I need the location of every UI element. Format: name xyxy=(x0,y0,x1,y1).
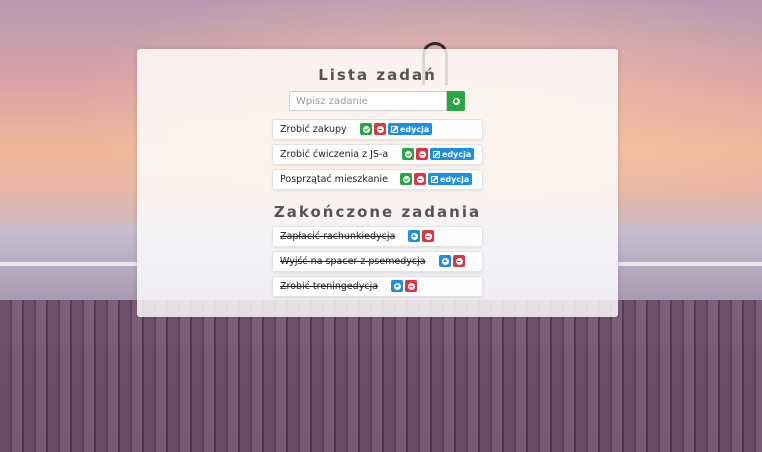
done-task-item: Zapłacić rachunkiedycja xyxy=(272,226,483,247)
task-text: Posprzątać mieszkanie xyxy=(280,174,389,185)
page-title: Lista zadań xyxy=(318,66,437,84)
minus-circle-icon xyxy=(455,257,463,265)
done-task-item: Zrobić treningedycja xyxy=(272,276,483,297)
add-task-button[interactable] xyxy=(447,91,465,111)
task-input[interactable] xyxy=(289,91,447,111)
complete-task-button[interactable] xyxy=(360,123,372,135)
background-pier xyxy=(0,300,762,452)
edit-task-button[interactable]: edycja xyxy=(388,123,433,135)
task-item: Zrobić zakupy edycja xyxy=(272,119,483,140)
done-section-title: Zakończone zadania xyxy=(273,203,482,221)
task-text: Zrobić ćwiczenia z JS-a xyxy=(280,149,389,160)
task-item: Zrobić ćwiczenia z JS-a edycja xyxy=(272,144,483,165)
complete-task-button[interactable] xyxy=(402,148,414,160)
delete-task-button[interactable] xyxy=(453,255,465,267)
done-task-text: Zapłacić rachunkiedycja xyxy=(280,231,396,242)
minus-circle-icon xyxy=(407,282,415,290)
done-task-item: Wyjść na spacer z psemedycja xyxy=(272,251,483,272)
check-circle-icon xyxy=(402,175,410,183)
edit-label: edycja xyxy=(442,149,472,159)
delete-task-button[interactable] xyxy=(422,230,434,242)
edit-icon xyxy=(391,125,398,133)
check-circle-icon xyxy=(404,150,412,158)
minus-circle-icon xyxy=(416,175,424,183)
arrow-up-circle-icon xyxy=(410,232,418,240)
delete-task-button[interactable] xyxy=(374,123,386,135)
edit-task-button[interactable]: edycja xyxy=(428,173,473,185)
delete-task-button[interactable] xyxy=(414,173,426,185)
minus-circle-icon xyxy=(376,125,384,133)
edit-label: edycja xyxy=(440,174,470,184)
edit-label: edycja xyxy=(400,124,430,134)
restore-task-button[interactable] xyxy=(408,230,420,242)
check-circle-icon xyxy=(362,125,370,133)
minus-circle-icon xyxy=(424,232,432,240)
todo-panel: Lista zadań Zrobić zakupy edycja Zrobić … xyxy=(137,49,618,317)
delete-task-button[interactable] xyxy=(405,280,417,292)
complete-task-button[interactable] xyxy=(400,173,412,185)
background-rail-right xyxy=(618,262,762,266)
done-task-text: Zrobić treningedycja xyxy=(280,281,379,292)
task-item: Posprzątać mieszkanie edycja xyxy=(272,169,483,190)
edit-icon xyxy=(433,150,440,158)
restore-task-button[interactable] xyxy=(391,280,403,292)
arrow-up-circle-icon xyxy=(441,257,449,265)
background-rail-left xyxy=(0,262,140,266)
plus-circle-icon xyxy=(452,97,460,105)
done-task-text: Wyjść na spacer z psemedycja xyxy=(280,256,426,267)
arrow-up-circle-icon xyxy=(393,282,401,290)
restore-task-button[interactable] xyxy=(439,255,451,267)
task-text: Zrobić zakupy xyxy=(280,124,347,135)
minus-circle-icon xyxy=(418,150,426,158)
edit-task-button[interactable]: edycja xyxy=(430,148,475,160)
delete-task-button[interactable] xyxy=(416,148,428,160)
edit-icon xyxy=(431,175,438,183)
